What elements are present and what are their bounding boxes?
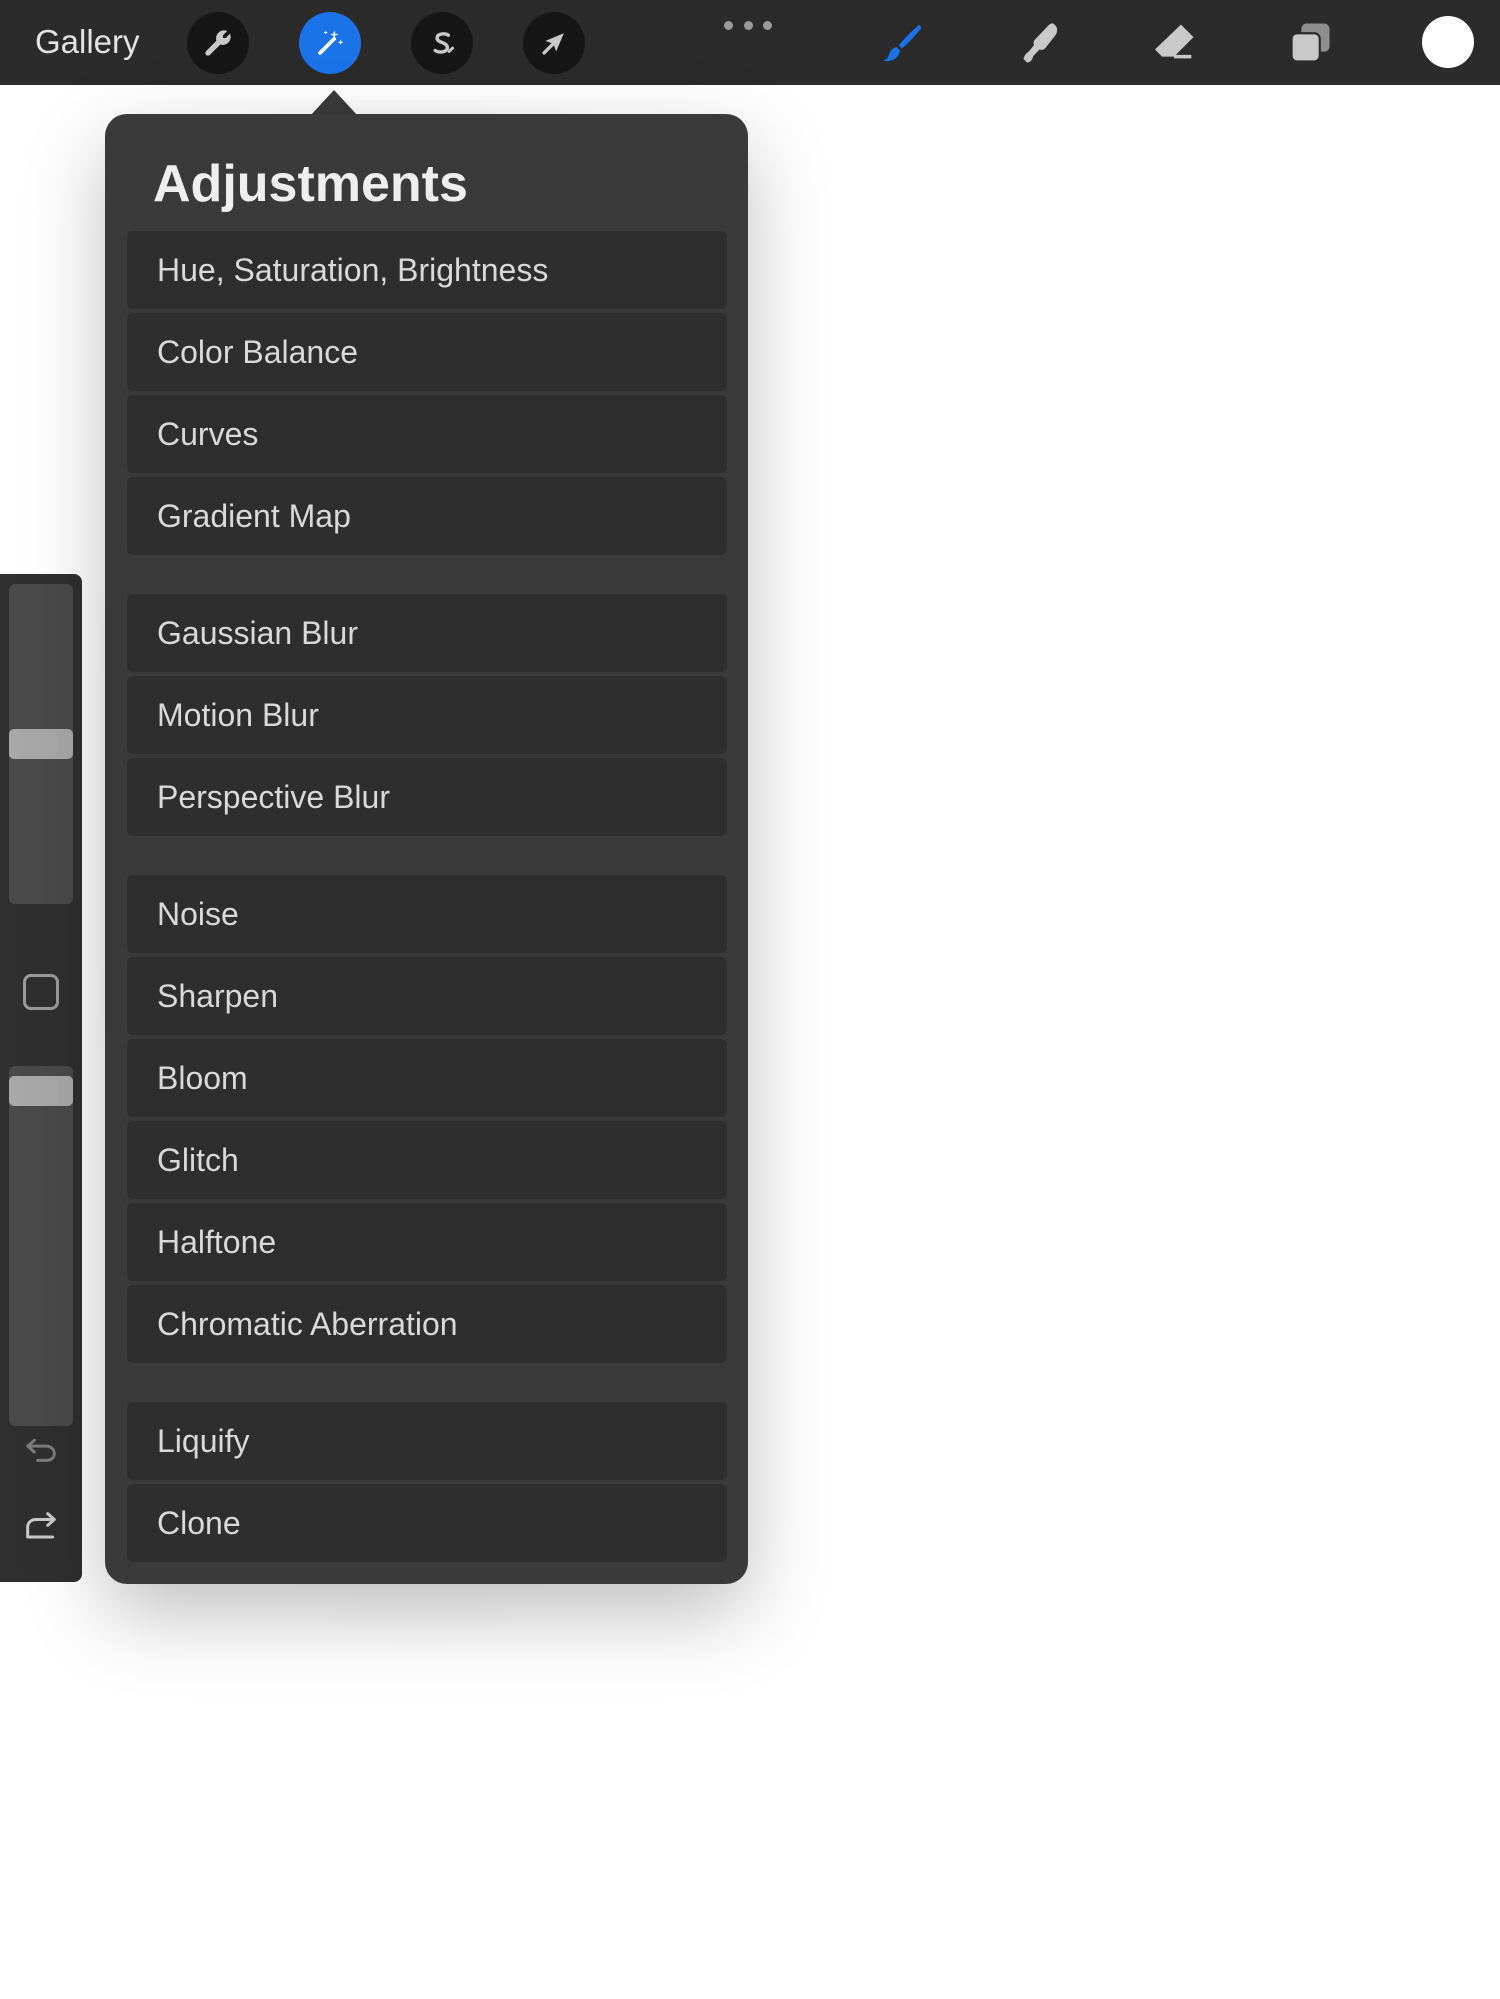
menu-item-label: Hue, Saturation, Brightness: [157, 252, 549, 288]
menu-item-noise[interactable]: Noise: [127, 875, 727, 953]
eraser-icon: [1154, 24, 1194, 59]
menu-item-label: Clone: [157, 1505, 241, 1541]
eraser-tool-button[interactable]: [1143, 12, 1205, 74]
left-sidebar: [0, 574, 82, 1582]
menu-item-label: Motion Blur: [157, 697, 319, 733]
menu-item-bloom[interactable]: Bloom: [127, 1039, 727, 1117]
smudge-icon: [1023, 23, 1058, 63]
menu-item-label: Chromatic Aberration: [157, 1306, 458, 1342]
adjustments-button[interactable]: [299, 12, 361, 74]
menu-item-label: Color Balance: [157, 334, 358, 370]
menu-item-sharpen[interactable]: Sharpen: [127, 957, 727, 1035]
menu-item-label: Gradient Map: [157, 498, 351, 534]
menu-item-label: Sharpen: [157, 978, 278, 1014]
menu-item-halftone[interactable]: Halftone: [127, 1203, 727, 1281]
brush-icon: [883, 24, 922, 62]
popover-title: Adjustments: [153, 155, 468, 213]
color-picker-button[interactable]: [1422, 16, 1474, 68]
menu-item-label: Gaussian Blur: [157, 615, 358, 651]
more-options-icon[interactable]: [724, 16, 772, 34]
magic-wand-icon: [318, 30, 344, 55]
gallery-button[interactable]: Gallery: [35, 22, 140, 62]
redo-arrow-icon: [26, 1512, 56, 1539]
menu-item-perspective-blur[interactable]: Perspective Blur: [127, 758, 727, 836]
menu-item-color-balance[interactable]: Color Balance: [127, 313, 727, 391]
menu-item-liquify[interactable]: Liquify: [127, 1402, 727, 1480]
menu-item-label: Halftone: [157, 1224, 277, 1260]
brush-size-thumb[interactable]: [9, 729, 73, 759]
menu-item-gaussian-blur[interactable]: Gaussian Blur: [127, 594, 727, 672]
menu-item-label: Noise: [157, 896, 239, 932]
modify-button[interactable]: [23, 974, 59, 1010]
menu-item-hue-saturation-brightness[interactable]: Hue, Saturation, Brightness: [127, 231, 727, 309]
menu-item-clone[interactable]: Clone: [127, 1484, 727, 1562]
brush-size-slider[interactable]: [9, 584, 73, 904]
layers-button[interactable]: [1279, 12, 1341, 74]
menu-item-label: Glitch: [157, 1142, 239, 1178]
menu-item-label: Perspective Blur: [157, 779, 390, 815]
actions-button[interactable]: [187, 12, 249, 74]
wrench-icon: [205, 30, 231, 56]
menu-item-label: Curves: [157, 416, 259, 452]
menu-item-label: Liquify: [157, 1423, 250, 1459]
opacity-thumb[interactable]: [9, 1076, 73, 1106]
opacity-slider[interactable]: [9, 1066, 73, 1426]
popover-arrow: [310, 90, 358, 116]
menu-item-label: Bloom: [157, 1060, 248, 1096]
menu-item-motion-blur[interactable]: Motion Blur: [127, 676, 727, 754]
undo-arrow-icon: [26, 1438, 56, 1462]
selection-s-icon: [433, 32, 455, 54]
brush-tool-button[interactable]: [871, 12, 933, 74]
menu-item-chromatic-aberration[interactable]: Chromatic Aberration: [127, 1285, 727, 1363]
menu-item-curves[interactable]: Curves: [127, 395, 727, 473]
redo-button[interactable]: [18, 1504, 64, 1550]
top-toolbar: Gallery: [0, 0, 1500, 85]
undo-button[interactable]: [18, 1424, 64, 1470]
selection-button[interactable]: [411, 12, 473, 74]
transform-button[interactable]: [523, 12, 585, 74]
smudge-tool-button[interactable]: [1007, 12, 1069, 74]
layers-icon: [1290, 23, 1330, 63]
menu-item-glitch[interactable]: Glitch: [127, 1121, 727, 1199]
menu-item-gradient-map[interactable]: Gradient Map: [127, 477, 727, 555]
arrow-cursor-icon: [542, 33, 564, 55]
adjustments-popover: Adjustments Hue, Saturation, Brightness C…: [105, 114, 748, 1584]
